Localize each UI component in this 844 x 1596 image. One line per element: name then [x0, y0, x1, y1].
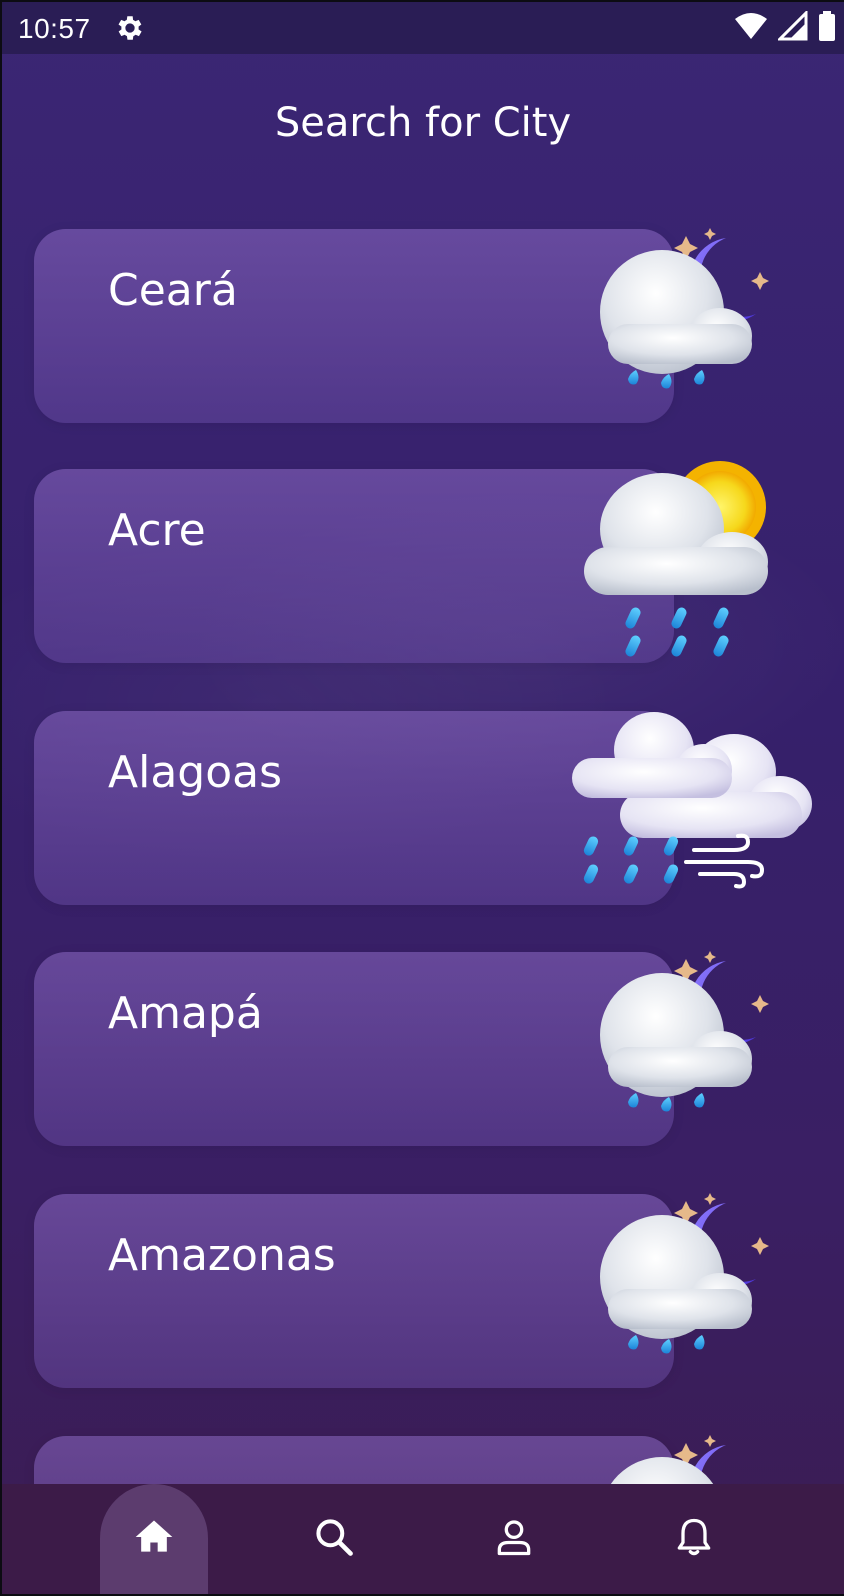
sun-cloud-rain-icon [582, 457, 782, 666]
search-icon [312, 1515, 356, 1563]
city-list: Ceará Acre Alagoas Amapá Amazonas [2, 2, 844, 1484]
city-card[interactable]: Amazonas [34, 1194, 674, 1388]
city-name: Alagoas [108, 747, 283, 798]
city-card[interactable]: Amapá [34, 952, 674, 1146]
bottom-nav [2, 1484, 844, 1594]
city-name: Ceará [108, 265, 238, 316]
city-card[interactable]: Ceará [34, 229, 674, 423]
city-name: Amazonas [108, 1230, 336, 1281]
app-screen: 10:57 Search for City Ceará Acre Alagoas… [2, 2, 844, 1594]
city-name: Acre [108, 505, 206, 556]
bell-icon [672, 1515, 716, 1563]
clouds-wind-rain-icon [572, 708, 814, 897]
nav-profile[interactable] [460, 1484, 568, 1594]
city-card[interactable]: Acre [34, 469, 674, 663]
nav-notifications[interactable] [640, 1484, 748, 1594]
profile-icon [492, 1515, 536, 1563]
night-rain-icon [598, 1189, 778, 1368]
home-icon [132, 1515, 176, 1563]
nav-search[interactable] [280, 1484, 388, 1594]
city-name: Amapá [108, 988, 263, 1039]
city-card[interactable] [34, 1436, 674, 1484]
night-rain-icon [598, 947, 778, 1126]
night-rain-icon [598, 224, 778, 403]
nav-home[interactable] [100, 1484, 208, 1594]
night-rain-icon [598, 1431, 778, 1484]
